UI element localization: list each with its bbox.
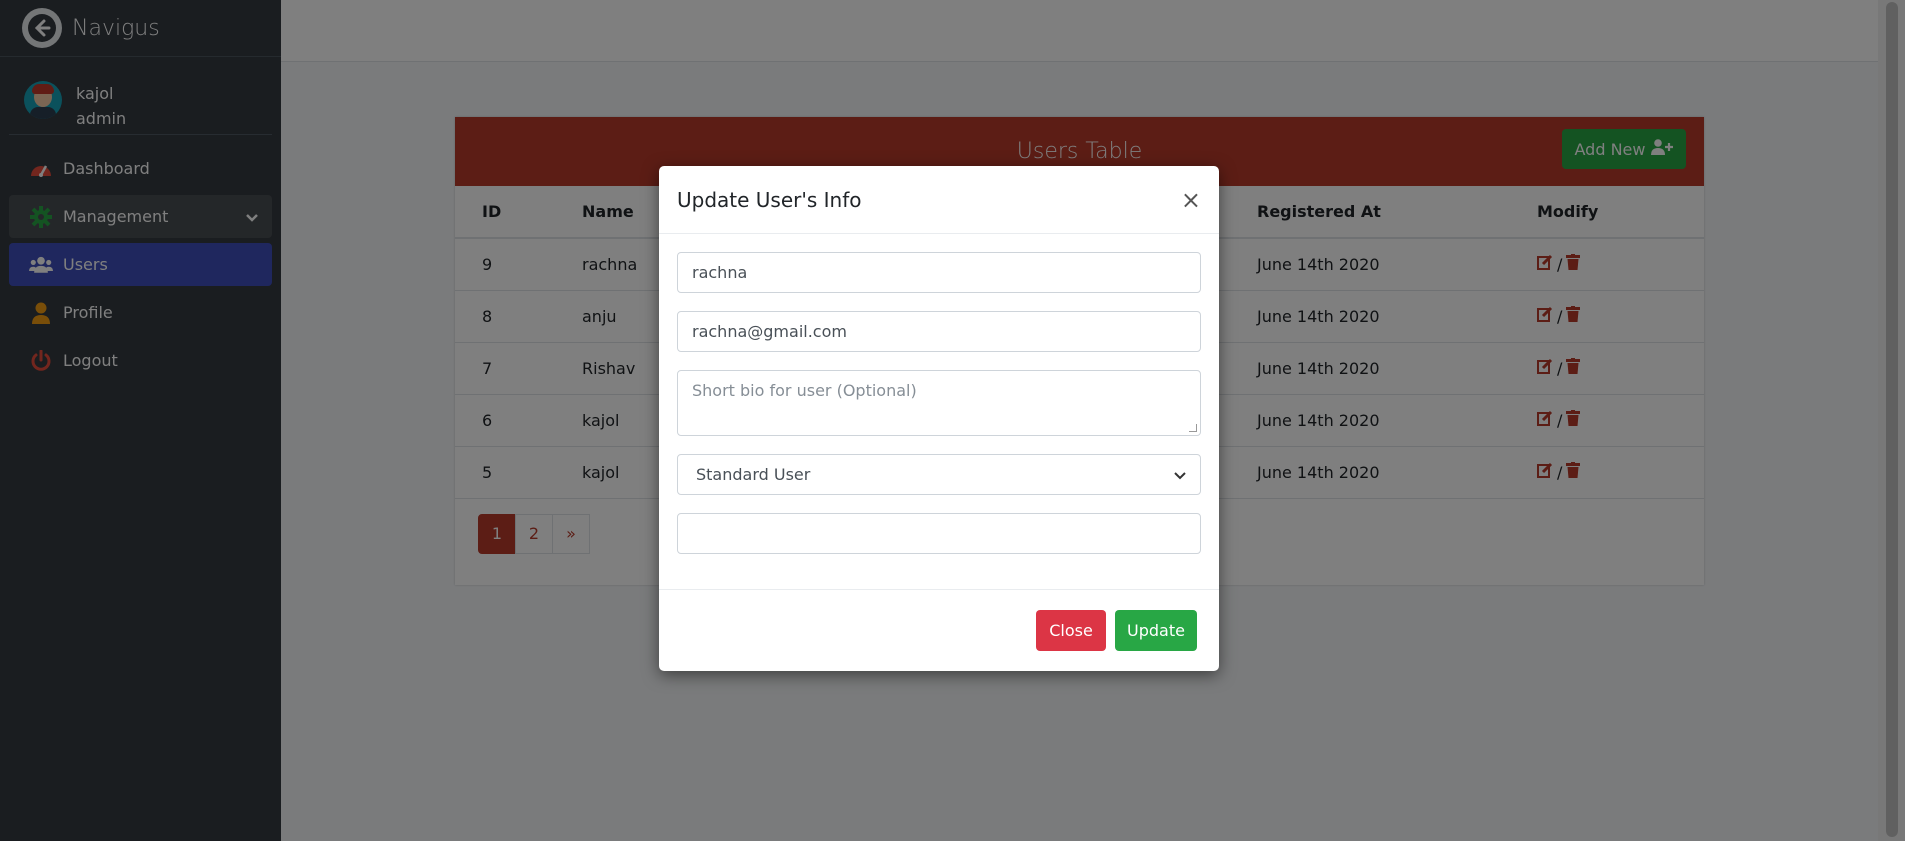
- modal-title: Update User's Info: [677, 187, 862, 212]
- email-field[interactable]: rachna@gmail.com: [677, 311, 1201, 352]
- close-button[interactable]: Close: [1036, 609, 1106, 651]
- modal-footer: Close Update: [659, 590, 1219, 670]
- role-selected: Standard User: [696, 465, 811, 484]
- role-select[interactable]: Standard User: [677, 454, 1201, 495]
- modal-body: rachna rachna@gmail.com Short bio for us…: [659, 234, 1219, 590]
- resize-handle-icon[interactable]: [1189, 424, 1197, 432]
- update-user-modal: Update User's Info × rachna rachna@gmail…: [659, 166, 1219, 671]
- bio-placeholder: Short bio for user (Optional): [692, 381, 917, 400]
- modal-header: Update User's Info ×: [659, 166, 1219, 234]
- chevron-down-icon: [1174, 465, 1186, 484]
- close-icon[interactable]: ×: [1181, 186, 1201, 214]
- bio-textarea[interactable]: Short bio for user (Optional): [677, 370, 1201, 436]
- password-field[interactable]: [677, 513, 1201, 554]
- update-button[interactable]: Update: [1115, 609, 1197, 651]
- name-field[interactable]: rachna: [677, 252, 1201, 293]
